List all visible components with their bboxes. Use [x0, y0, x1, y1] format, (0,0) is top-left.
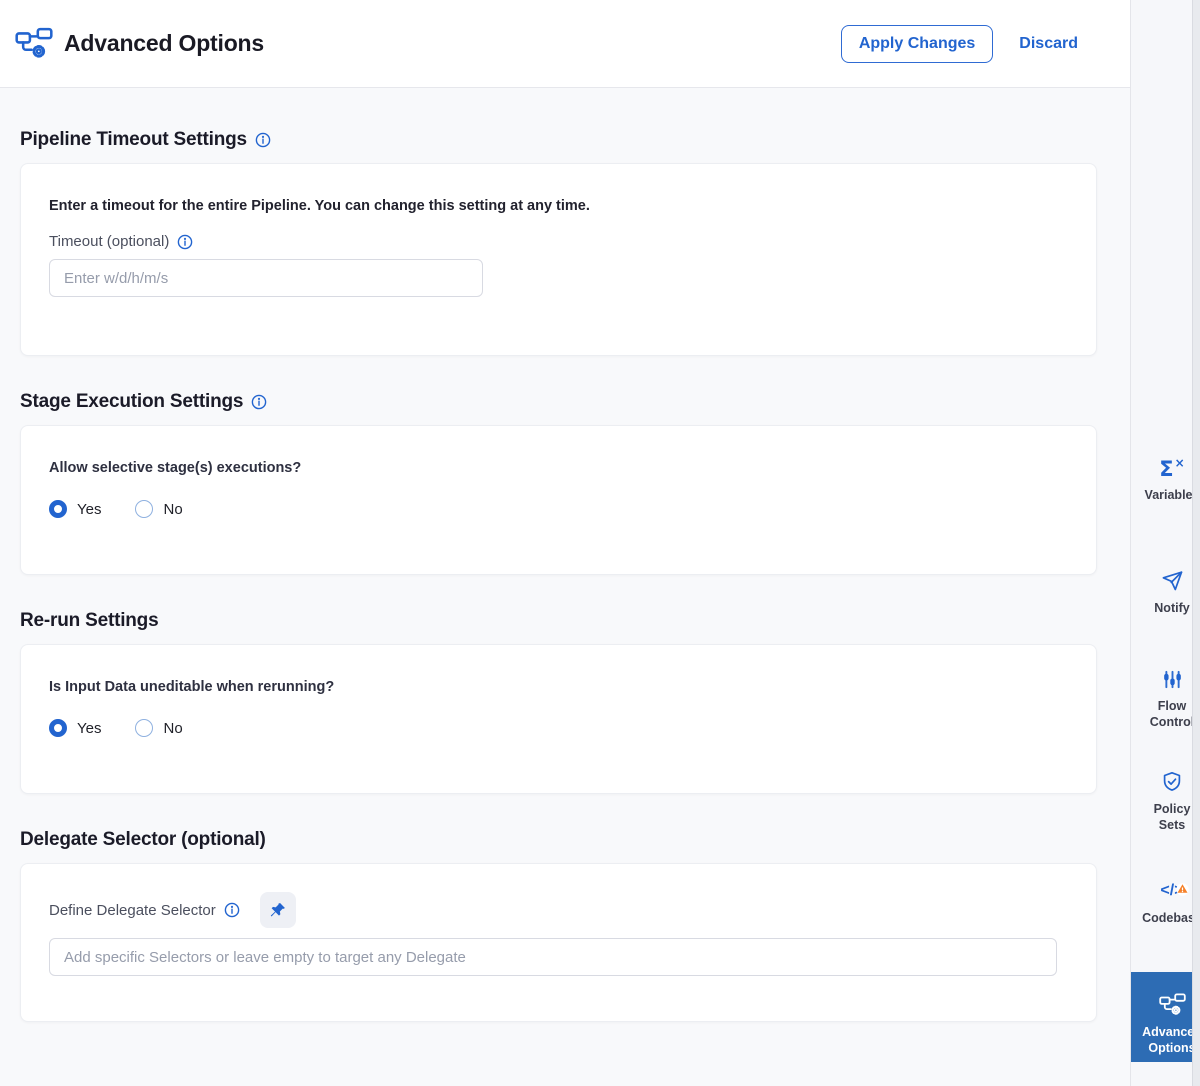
header-actions: Apply Changes Discard — [841, 25, 1078, 63]
rail-label: Notify — [1131, 600, 1200, 616]
pin-button[interactable] — [260, 892, 296, 928]
stage-execution-heading: Stage Execution Settings — [20, 390, 1097, 413]
delegate-card: Define Delegate Selector — [20, 863, 1097, 1022]
main-panel: Advanced Options Apply Changes Discard P… — [0, 0, 1130, 1086]
radio-unselected-icon — [135, 719, 153, 737]
rail-item-notify[interactable]: Notify — [1131, 565, 1200, 616]
pin-icon — [268, 901, 287, 920]
rerun-radios: Yes No — [49, 719, 1068, 737]
pipeline-timeout-heading: Pipeline Timeout Settings — [20, 128, 1097, 151]
rail-item-codebase[interactable]: </> Codebase — [1131, 875, 1200, 926]
delegate-label-row: Define Delegate Selector — [49, 892, 1068, 928]
stage-execution-radios: Yes No — [49, 500, 1068, 518]
rail-label: Options — [1131, 1040, 1200, 1056]
rail-item-advanced-options[interactable]: Advanced Options — [1131, 972, 1200, 1062]
notify-send-icon — [1131, 565, 1200, 593]
panel-header: Advanced Options Apply Changes Discard — [0, 0, 1130, 88]
rail-label: Sets — [1131, 817, 1200, 833]
variables-sigma-icon: Σ× — [1131, 452, 1200, 480]
radio-yes[interactable]: Yes — [49, 500, 101, 518]
warning-badge-icon — [1175, 880, 1190, 904]
radio-unselected-icon — [135, 500, 153, 518]
rerun-card: Is Input Data uneditable when rerunning?… — [20, 644, 1097, 794]
rail-label: Flow — [1131, 698, 1200, 714]
timeout-input[interactable] — [49, 259, 483, 297]
rail-label: Variables — [1131, 487, 1200, 503]
pipeline-gear-icon — [14, 26, 54, 62]
codebase-code-icon: </> — [1131, 875, 1200, 903]
timeout-label: Timeout (optional) — [49, 233, 169, 250]
stage-execution-heading-text: Stage Execution Settings — [20, 390, 243, 413]
rail-item-variables[interactable]: Σ× Variables — [1131, 452, 1200, 503]
info-icon[interactable] — [251, 394, 267, 410]
radio-yes-label: Yes — [77, 720, 101, 737]
radio-selected-icon — [49, 719, 67, 737]
flow-control-sliders-icon — [1131, 663, 1200, 691]
radio-selected-icon — [49, 500, 67, 518]
rerun-heading-text: Re-run Settings — [20, 609, 158, 632]
rerun-question: Is Input Data uneditable when rerunning? — [49, 679, 1068, 695]
radio-yes-label: Yes — [77, 501, 101, 518]
pipeline-timeout-card: Enter a timeout for the entire Pipeline.… — [20, 163, 1097, 356]
delegate-label: Define Delegate Selector — [49, 902, 216, 919]
right-rail: Σ× Variables Notify — [1130, 0, 1200, 1086]
timeout-label-row: Timeout (optional) — [49, 233, 1068, 250]
rerun-heading: Re-run Settings — [20, 609, 1097, 632]
discard-button[interactable]: Discard — [1019, 35, 1078, 53]
page-title: Advanced Options — [64, 30, 264, 57]
radio-no[interactable]: No — [135, 719, 182, 737]
settings-content: Pipeline Timeout Settings Enter a timeou… — [0, 88, 1130, 1022]
info-icon[interactable] — [224, 902, 240, 918]
delegate-selector-input[interactable] — [49, 938, 1057, 976]
info-icon[interactable] — [177, 234, 193, 250]
timeout-description: Enter a timeout for the entire Pipeline.… — [49, 198, 1068, 214]
radio-no[interactable]: No — [135, 500, 182, 518]
policy-sets-shield-check-icon — [1131, 766, 1200, 794]
delegate-heading-text: Delegate Selector (optional) — [20, 828, 266, 851]
apply-changes-button[interactable]: Apply Changes — [841, 25, 993, 63]
stage-execution-card: Allow selective stage(s) executions? Yes… — [20, 425, 1097, 575]
info-icon[interactable] — [255, 132, 271, 148]
rail-item-policy-sets[interactable]: Policy Sets — [1131, 766, 1200, 833]
radio-no-label: No — [163, 501, 182, 518]
rail-label: Advanced — [1131, 1024, 1200, 1040]
radio-yes[interactable]: Yes — [49, 719, 101, 737]
rail-label: Control — [1131, 714, 1200, 730]
advanced-options-pipeline-gear-icon — [1131, 989, 1200, 1017]
pipeline-timeout-heading-text: Pipeline Timeout Settings — [20, 128, 247, 151]
rail-item-flow-control[interactable]: Flow Control — [1131, 663, 1200, 730]
panel-edge-strip — [1192, 0, 1200, 1086]
stage-execution-question: Allow selective stage(s) executions? — [49, 460, 1068, 476]
rail-label: Policy — [1131, 801, 1200, 817]
rail-label: Codebase — [1131, 910, 1200, 926]
radio-no-label: No — [163, 720, 182, 737]
advanced-options-page: Advanced Options Apply Changes Discard P… — [0, 0, 1200, 1086]
delegate-heading: Delegate Selector (optional) — [20, 828, 1097, 851]
